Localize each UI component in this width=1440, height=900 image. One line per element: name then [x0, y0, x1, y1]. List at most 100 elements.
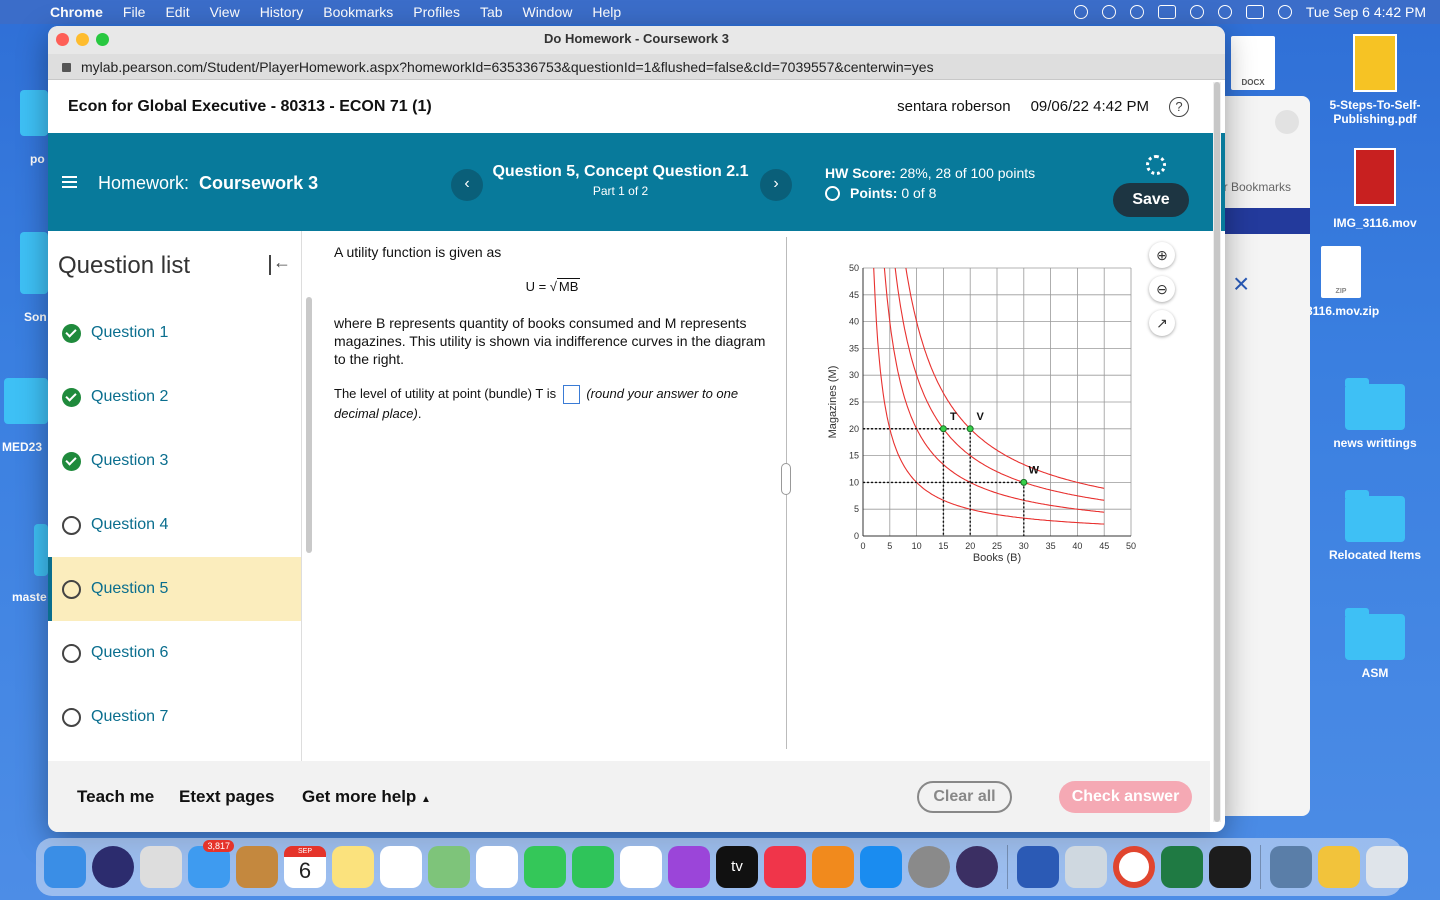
- address-bar[interactable]: mylab.pearson.com/Student/PlayerHomework…: [48, 54, 1225, 80]
- window-scroll-thumb[interactable]: [1214, 82, 1220, 822]
- question-list-item[interactable]: Question 2: [48, 365, 301, 429]
- contacts-icon[interactable]: [236, 846, 278, 888]
- desktop-docx-file[interactable]: DOCX: [1228, 36, 1278, 96]
- open-external-icon[interactable]: ↗: [1149, 310, 1175, 336]
- teach-me-link[interactable]: Teach me: [77, 787, 154, 807]
- control-center-icon[interactable]: [1245, 5, 1264, 19]
- menu-history[interactable]: History: [250, 4, 314, 20]
- calendar-icon[interactable]: SEP 6: [284, 846, 326, 888]
- collapse-panel-icon[interactable]: [269, 252, 291, 275]
- question-list-item[interactable]: Question 3: [48, 429, 301, 493]
- news-icon[interactable]: [620, 846, 662, 888]
- minimize-window-button[interactable]: [76, 33, 89, 46]
- menu-profiles[interactable]: Profiles: [403, 4, 470, 20]
- y-tick-label: 35: [849, 343, 859, 353]
- chevron-down-icon[interactable]: [1275, 110, 1299, 134]
- desktop-folder-news[interactable]: news writtings: [1316, 378, 1434, 450]
- launchpad-icon[interactable]: [140, 846, 182, 888]
- downloads-stack-icon[interactable]: [1318, 846, 1360, 888]
- preview-icon[interactable]: [1065, 846, 1107, 888]
- desktop-zip-file[interactable]: ZIP 3116.mov.zip: [1306, 246, 1379, 318]
- bookmarks-label[interactable]: er Bookmarks: [1217, 180, 1291, 194]
- menu-bookmarks[interactable]: Bookmarks: [313, 4, 403, 20]
- next-question-button[interactable]: ›: [760, 169, 792, 201]
- menubar-clock[interactable]: Tue Sep 6 4:42 PM: [1306, 4, 1426, 20]
- desktop-folder-asm[interactable]: ASM: [1316, 608, 1434, 680]
- siri-dock-icon[interactable]: [92, 846, 134, 888]
- settings-gear-icon[interactable]: [1146, 155, 1166, 175]
- check-answer-button[interactable]: Check answer: [1059, 781, 1192, 813]
- menu-file[interactable]: File: [113, 4, 156, 20]
- messages-icon[interactable]: [524, 846, 566, 888]
- clear-all-button[interactable]: Clear all: [917, 781, 1012, 813]
- menu-tab[interactable]: Tab: [470, 4, 513, 20]
- question-list-scrollbar[interactable]: [306, 297, 312, 553]
- question-list-item[interactable]: Question 1: [48, 301, 301, 365]
- grammarly-icon[interactable]: [1101, 5, 1116, 19]
- question-list-item[interactable]: Question 7: [48, 685, 301, 749]
- desktop-folder-relocated[interactable]: Relocated Items: [1316, 490, 1434, 562]
- app-store-icon[interactable]: [860, 846, 902, 888]
- question-list-item[interactable]: Question 5: [48, 557, 301, 621]
- zoom-window-button[interactable]: [96, 33, 109, 46]
- siri-icon[interactable]: [1277, 5, 1292, 19]
- etext-pages-link[interactable]: Etext pages: [179, 787, 274, 807]
- help-icon[interactable]: ?: [1169, 96, 1189, 117]
- desktop-label-med: MED23: [2, 440, 43, 454]
- desktop-folder-po[interactable]: [20, 90, 48, 136]
- get-more-help-label[interactable]: Get more help: [302, 787, 416, 806]
- photos-icon[interactable]: [476, 846, 518, 888]
- word-icon[interactable]: [1017, 846, 1059, 888]
- apple-tv-icon[interactable]: tv: [716, 846, 758, 888]
- pane-drag-handle[interactable]: [781, 463, 791, 495]
- answer-input[interactable]: [562, 385, 580, 405]
- get-more-help-link[interactable]: Get more help ▲: [302, 787, 431, 807]
- spotlight-icon[interactable]: [1217, 5, 1232, 19]
- url-text[interactable]: mylab.pearson.com/Student/PlayerHomework…: [81, 59, 934, 75]
- cloud-icon[interactable]: [1073, 5, 1088, 19]
- volume-icon[interactable]: [1129, 5, 1144, 19]
- wifi-icon[interactable]: [1189, 5, 1204, 19]
- background-window[interactable]: er Bookmarks ×: [1215, 96, 1310, 816]
- excel-icon[interactable]: [1161, 846, 1203, 888]
- hamburger-menu-icon[interactable]: [62, 176, 77, 188]
- menu-window[interactable]: Window: [513, 4, 583, 20]
- desktop-label-news: news writtings: [1333, 436, 1417, 450]
- menu-view[interactable]: View: [200, 4, 250, 20]
- music-icon[interactable]: [764, 846, 806, 888]
- close-icon[interactable]: ×: [1233, 268, 1249, 300]
- finder-icon[interactable]: [44, 846, 86, 888]
- maps-icon[interactable]: [428, 846, 470, 888]
- trash-icon[interactable]: [1366, 846, 1408, 888]
- menu-app[interactable]: Chrome: [40, 4, 113, 20]
- podcasts-icon[interactable]: [668, 846, 710, 888]
- zoom-out-icon[interactable]: ⊖: [1149, 276, 1175, 302]
- question-list-item[interactable]: Question 6: [48, 621, 301, 685]
- battery-icon[interactable]: [1157, 5, 1176, 19]
- lock-icon[interactable]: [62, 63, 71, 72]
- recent-document-icon[interactable]: [1270, 846, 1312, 888]
- empty-circle-icon: [62, 579, 81, 599]
- chrome-icon[interactable]: [1113, 846, 1155, 888]
- reminders-icon[interactable]: [380, 846, 422, 888]
- menu-help[interactable]: Help: [582, 4, 631, 20]
- zoom-in-icon[interactable]: ⊕: [1149, 242, 1175, 268]
- books-icon[interactable]: [812, 846, 854, 888]
- desktop-mov-file[interactable]: IMG_3116.mov: [1316, 148, 1434, 230]
- docx-label: DOCX: [1231, 36, 1275, 90]
- notes-icon[interactable]: [332, 846, 374, 888]
- activity-monitor-icon[interactable]: [1209, 846, 1251, 888]
- desktop-folder-maste[interactable]: [34, 524, 48, 576]
- respondus-icon[interactable]: [956, 846, 998, 888]
- question-list-item[interactable]: Question 4: [48, 493, 301, 557]
- close-window-button[interactable]: [56, 33, 69, 46]
- desktop-folder-son[interactable]: [20, 232, 48, 294]
- desktop-folder-med[interactable]: [4, 378, 48, 424]
- menu-edit[interactable]: Edit: [155, 4, 199, 20]
- window-scrollbar[interactable]: [1213, 82, 1221, 822]
- facetime-icon[interactable]: [572, 846, 614, 888]
- mail-icon[interactable]: 3,817: [188, 840, 234, 888]
- desktop-pdf-file[interactable]: 5-Steps-To-Self-Publishing.pdf: [1316, 34, 1434, 126]
- system-preferences-icon[interactable]: [908, 846, 950, 888]
- save-button[interactable]: Save: [1113, 183, 1189, 217]
